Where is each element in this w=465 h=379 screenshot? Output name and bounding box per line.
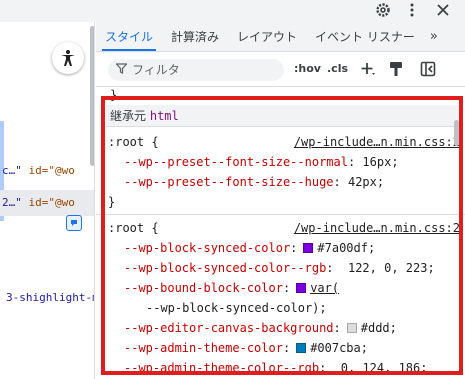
accessibility-icon[interactable]	[52, 42, 84, 74]
inherited-label: 継承元	[110, 109, 147, 123]
tab-styles[interactable]: スタイル	[96, 22, 162, 51]
tab-layout[interactable]: レイアウト	[228, 22, 306, 51]
css-declaration[interactable]: --wp--preset--font-size--normal: 16px;	[108, 152, 460, 172]
left-scrollbar[interactable]	[90, 26, 94, 166]
css-rule: :root { /wp-include…n.min.css:2 --wp-blo…	[108, 218, 460, 378]
filter-icon	[115, 63, 128, 77]
dom-snippet: 3-shighlight-m	[6, 291, 95, 304]
css-declaration[interactable]: --wp-block-synced-color: #7a00df;	[108, 238, 460, 258]
css-declaration[interactable]: --wp--preset--font-size--huge: 42px;	[108, 172, 460, 192]
styles-tab-strip: スタイル 計算済み レイアウト イベント リスナー »	[96, 22, 465, 52]
filter-input[interactable]	[132, 63, 272, 77]
tab-event-listeners[interactable]: イベント リスナー	[306, 22, 424, 51]
pin-icon[interactable]	[66, 215, 82, 231]
paint-icon[interactable]	[386, 59, 406, 79]
tab-computed[interactable]: 計算済み	[162, 22, 228, 51]
hov-button[interactable]: :hov	[294, 62, 321, 75]
cls-button[interactable]: .cls	[327, 62, 348, 75]
rule-source-link[interactable]: /wp-include…n.min.css:2	[294, 218, 460, 238]
css-declaration[interactable]: --wp-editor-canvas-background: #ddd;	[108, 318, 460, 338]
more-tabs-icon[interactable]: »	[424, 22, 438, 51]
prior-rule-close: }	[110, 88, 118, 102]
rule-selector[interactable]: :root {	[108, 135, 159, 149]
dom-node-row[interactable]: c…" id="@wo	[0, 158, 94, 184]
color-swatch[interactable]	[296, 343, 307, 353]
close-icon[interactable]	[433, 0, 453, 20]
color-swatch[interactable]	[346, 323, 357, 333]
styles-pane: } 継承元 html :root { /wp-include…n.min.css…	[96, 88, 465, 379]
css-declaration[interactable]: --wp-admin-theme-color--rgb: 0, 124, 186…	[108, 358, 460, 378]
elements-panel: c…" id="@wo 2…" id="@wo 3-shighlight-m	[0, 22, 95, 379]
css-declaration-continuation: --wp-block-synced-color);	[146, 301, 327, 315]
styles-scrollbar[interactable]	[454, 120, 459, 146]
rule-close: }	[108, 195, 116, 209]
rule-selector[interactable]: :root {	[108, 221, 159, 235]
rule-source-link[interactable]: /wp-include…n.min.css:2	[294, 132, 460, 152]
filter-box[interactable]	[108, 59, 284, 81]
devtools-top-bar	[0, 0, 465, 22]
color-swatch[interactable]	[303, 243, 314, 253]
toggle-sidebar-icon[interactable]	[418, 59, 438, 79]
css-declaration[interactable]: --wp-block-synced-color--rgb: 122, 0, 22…	[108, 258, 460, 278]
inherited-from-header: 継承元 html	[106, 105, 459, 127]
more-vert-icon[interactable]	[402, 0, 422, 20]
color-swatch[interactable]	[296, 283, 307, 293]
filter-bar: :hov .cls	[96, 53, 465, 87]
inherited-tag[interactable]: html	[150, 109, 179, 123]
rule-divider	[96, 214, 465, 215]
css-rule: :root { /wp-include…n.min.css:2 --wp--pr…	[108, 132, 460, 212]
dom-node-row-selected[interactable]: 2…" id="@wo	[0, 190, 94, 216]
new-rule-icon[interactable]	[358, 59, 378, 79]
gear-icon[interactable]	[373, 0, 393, 20]
css-declaration[interactable]: --wp-bound-block-color: var(	[108, 278, 460, 298]
css-declaration[interactable]: --wp-admin-theme-color: #007cba;	[108, 338, 460, 358]
